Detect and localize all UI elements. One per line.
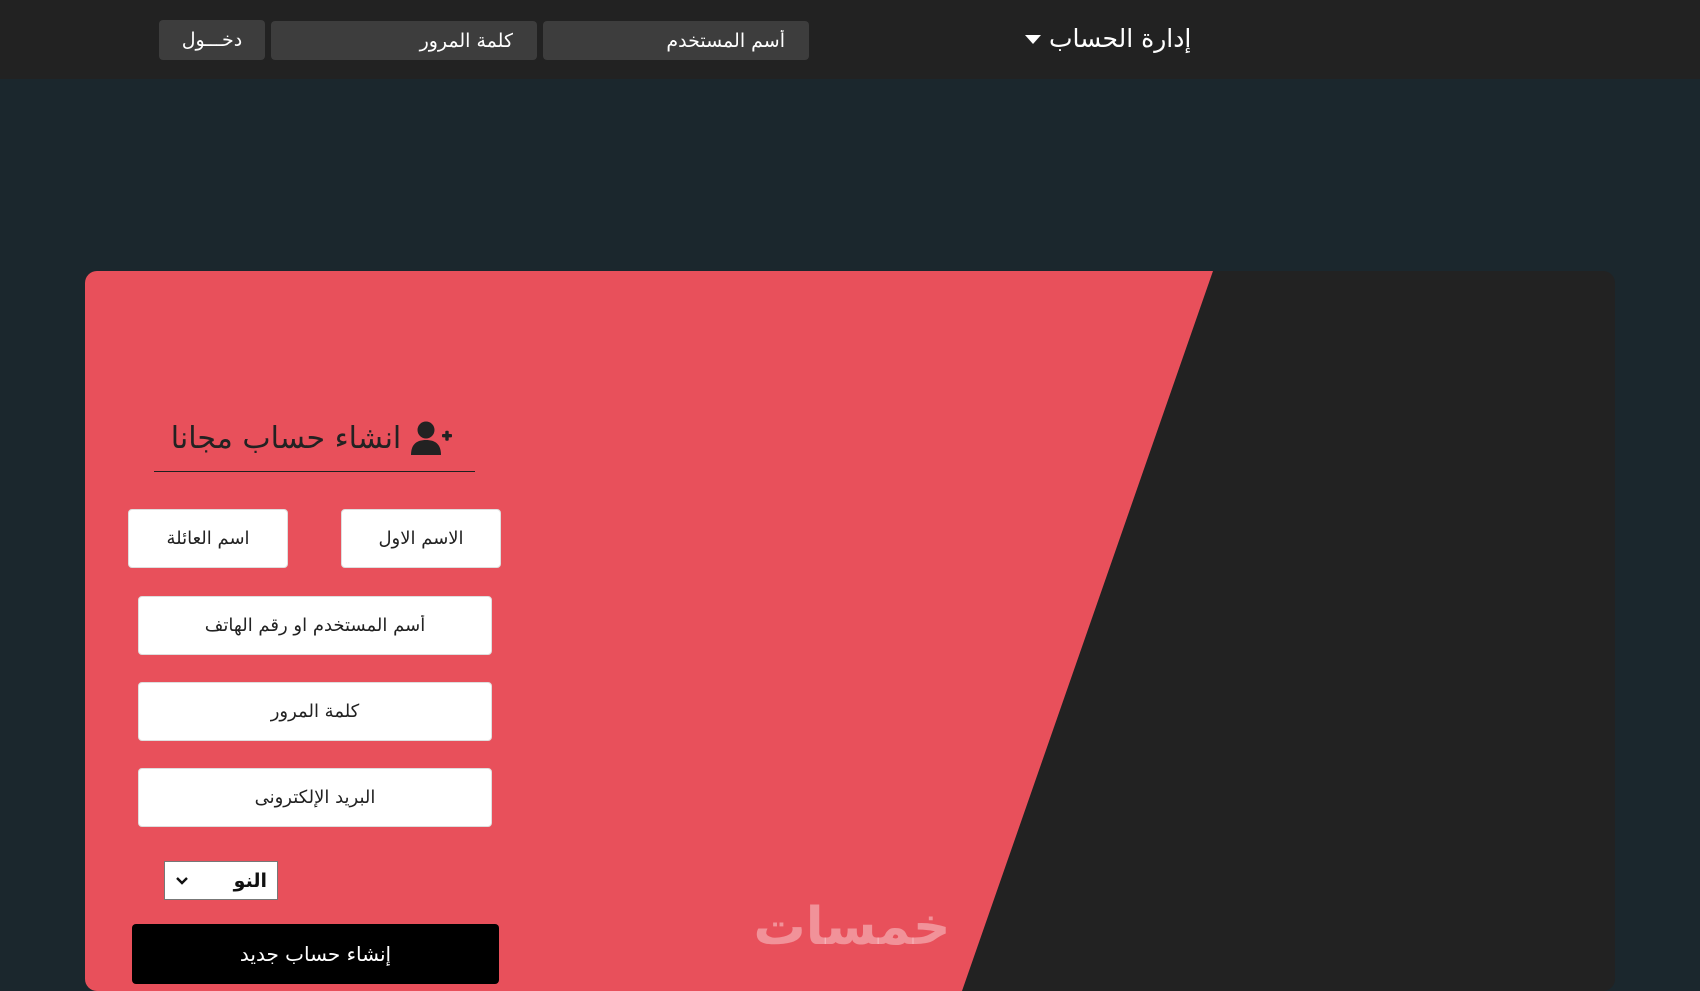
chevron-down-icon	[176, 876, 188, 885]
gender-selected-value: النو	[233, 869, 267, 892]
top-navbar: إدارة الحساب دخـــول	[0, 0, 1700, 79]
account-menu-label: إدارة الحساب	[1049, 23, 1192, 53]
login-password-input[interactable]	[271, 21, 537, 60]
caret-down-icon	[1025, 35, 1041, 44]
create-account-button[interactable]: إنشاء حساب جديد	[132, 924, 499, 984]
gender-select[interactable]: النو	[164, 861, 278, 900]
signup-title: انشاء حساب مجانا	[147, 413, 477, 463]
signup-username-input[interactable]	[138, 596, 492, 655]
user-plus-icon	[411, 421, 453, 455]
first-name-input[interactable]	[341, 509, 501, 568]
account-menu-dropdown[interactable]: إدارة الحساب	[1025, 20, 1195, 56]
last-name-input[interactable]	[128, 509, 288, 568]
signup-title-text: انشاء حساب مجانا	[170, 420, 402, 456]
watermark-logo: خمسات	[753, 897, 951, 957]
signup-card: انشاء حساب مجانا النو إنشاء حساب جديد	[85, 271, 1615, 991]
login-username-input[interactable]	[543, 21, 809, 60]
signup-password-input[interactable]	[138, 682, 492, 741]
title-underline	[154, 471, 475, 472]
login-button[interactable]: دخـــول	[159, 20, 265, 60]
email-input[interactable]	[138, 768, 492, 827]
